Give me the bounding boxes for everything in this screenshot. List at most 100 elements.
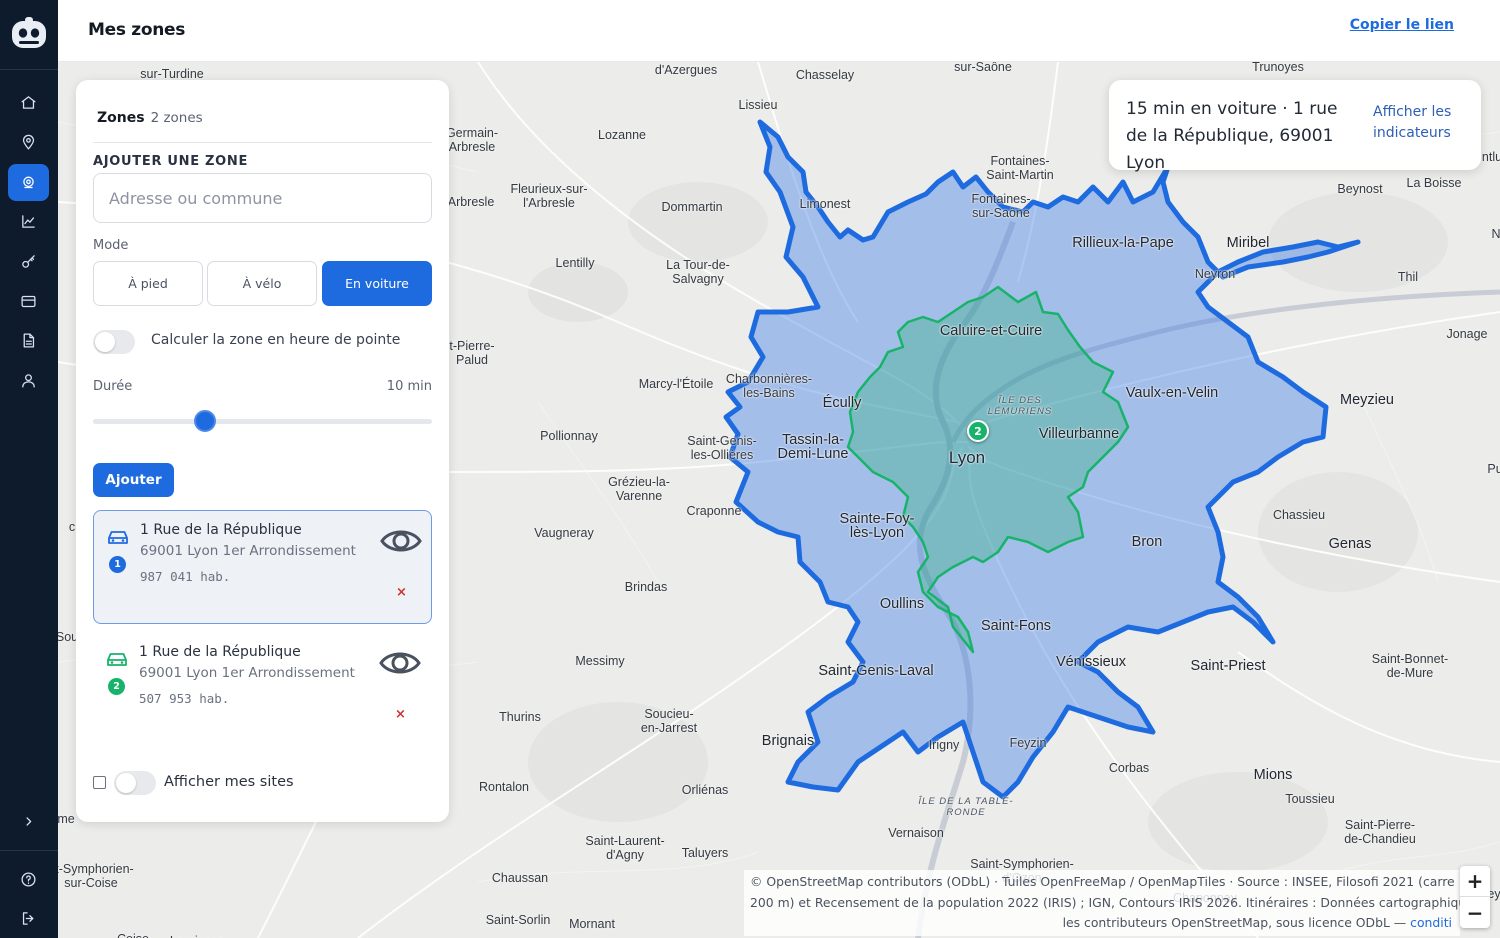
map-place-label: Craponne [686,504,742,518]
map-place-label: Miribel [1226,235,1270,251]
map-place-label: c [68,520,76,534]
map-place-label: Neyron [1194,267,1236,281]
map-place-label: sur-Turdine [140,67,204,81]
map-place-label: Brindas [624,580,668,594]
duration-slider-track[interactable] [93,419,432,424]
map-place-label: Saint-Pierre- de-Chandieu [1344,818,1416,846]
map-place-label: ntlu [1481,150,1500,164]
add-zone-title: AJOUTER UNE ZONE [93,154,249,169]
map-place-label: Mornant [569,917,615,931]
zone-info-text: 15 min en voiture · 1 rue de la Républiq… [1126,99,1338,173]
car-icon [108,531,128,544]
expand-rail-button[interactable] [8,803,49,840]
map-place-label: Messimy [575,654,625,668]
duration-value: 10 min [386,379,432,394]
map-place-label: Écully [822,395,862,411]
rail-divider [0,69,58,70]
zone-pin-icon [23,176,34,189]
nav-rail [0,0,58,938]
nav-keys[interactable] [8,243,49,280]
map-place-label: Orliénas [681,783,729,797]
zones-panel: Zones 2 zones AJOUTER UNE ZONE Mode À pie… [76,80,449,822]
map-place-label: Laraiasse [170,934,224,938]
rail-divider [0,850,58,851]
chevron-right-icon [26,817,32,826]
zoom-out-button[interactable]: − [1460,897,1490,928]
nav-home[interactable] [8,84,49,121]
address-input[interactable] [93,173,432,223]
map-place-label: Thil [1397,270,1419,284]
conditions-link[interactable]: conditi [1410,915,1452,930]
nav-billing[interactable] [8,283,49,320]
map-place-label: Sainte-Foy- lès-Lyon [839,511,915,541]
map-place-label: Lyon [948,448,986,467]
zone-address-line-1: 1 Rue de la République [139,644,301,660]
map-place-label: Germain- Arbresle [445,126,499,154]
nav-sites[interactable] [8,124,49,161]
map-pin-icon [22,134,35,150]
peak-hour-label: Calculer la zone en heure de pointe [151,332,401,348]
map-place-label: N [1491,227,1500,241]
map-place-label: Toussieu [1285,792,1335,806]
peak-hour-toggle[interactable] [93,330,135,354]
map-place-label: ÎLE DES LÉMURIENS [987,395,1053,417]
map-place-label: Bron [1131,534,1163,550]
zoom-in-button[interactable]: + [1460,866,1490,897]
map-place-label: Rontalon [478,780,530,794]
map-place-label: Brignais [761,733,815,749]
map-place-label: t-Pierre- Palud [449,339,495,367]
map-place-label: Chassieu [1272,508,1326,522]
add-zone-button[interactable]: Ajouter [93,463,174,497]
logout-button[interactable] [8,900,49,937]
map-place-label: Corbas [1108,761,1150,775]
help-button[interactable] [8,861,49,898]
mode-walk-button[interactable]: À pied [93,261,203,306]
nav-documents[interactable] [8,322,49,359]
nav-zones[interactable] [8,164,49,201]
zone-card-1[interactable]: 1 1 Rue de la République 69001 Lyon 1er … [93,510,432,624]
delete-zone-button[interactable]: × [396,585,407,600]
show-sites-toggle[interactable] [114,771,156,795]
map-place-label: Tassin-la- Demi-Lune [777,432,849,462]
map-place-label: Saint-Genis-Laval [818,663,934,679]
show-indicators-link[interactable]: Afficher les indicateurs [1373,102,1469,144]
map-place-label: Charbonnières- les-Bains [725,372,813,400]
eye-icon[interactable] [379,648,421,678]
zone-number-badge: 1 [109,556,126,573]
chart-icon [22,215,35,228]
zones-header: Zones 2 zones [97,110,203,126]
map-place-label: Beynost [1337,182,1383,196]
delete-zone-button[interactable]: × [395,707,406,722]
map-place-label: La Boisse [1406,176,1462,190]
copy-link-button[interactable]: Copier le lien [1350,17,1454,33]
map-place-label: Saint-Genis- les-Ollières [687,434,757,462]
document-icon [23,333,35,348]
show-sites-checkbox[interactable] [93,776,106,789]
map-place-label: Lissieu [738,98,778,112]
mode-car-button[interactable]: En voiture [322,261,432,306]
map-place-label: Coise [117,932,149,938]
home-icon [21,96,36,109]
map-place-label: Marcy-l'Étoile [638,377,714,391]
duration-slider-thumb[interactable] [193,410,216,432]
attribution-line-3: les contributeurs OpenStreetMap, sous li… [1062,915,1411,930]
map-place-label: Soucieu- en-Jarrest [640,707,698,735]
eye-icon[interactable] [380,526,422,556]
nav-account[interactable] [8,362,49,399]
attribution-line-1: © OpenStreetMap contributors (ODbL) · Tu… [750,874,1455,889]
zone-2-marker[interactable]: 2 [967,420,989,442]
zone-population: 507 953 hab. [139,691,230,706]
mode-bike-button[interactable]: À vélo [207,261,317,306]
map-place-label: Limonest [799,197,851,211]
nav-analytics[interactable] [8,203,49,240]
map-place-label: ÎLE DE LA TABLE- RONDE [918,796,1014,818]
app-logo-icon[interactable] [11,16,47,52]
map-place-label: Fleurieux-sur- l'Arbresle [510,182,588,210]
zone-address-line-1: 1 Rue de la République [140,522,302,538]
map-place-label: Villeurbanne [1038,426,1120,442]
mode-label: Mode [93,238,129,253]
map-place-label: Taluyers [681,846,729,860]
show-sites-label: Afficher mes sites [164,774,294,790]
zone-card-2[interactable]: 2 1 Rue de la République 69001 Lyon 1er … [93,633,432,747]
map-place-label: Arbresle [447,195,495,209]
